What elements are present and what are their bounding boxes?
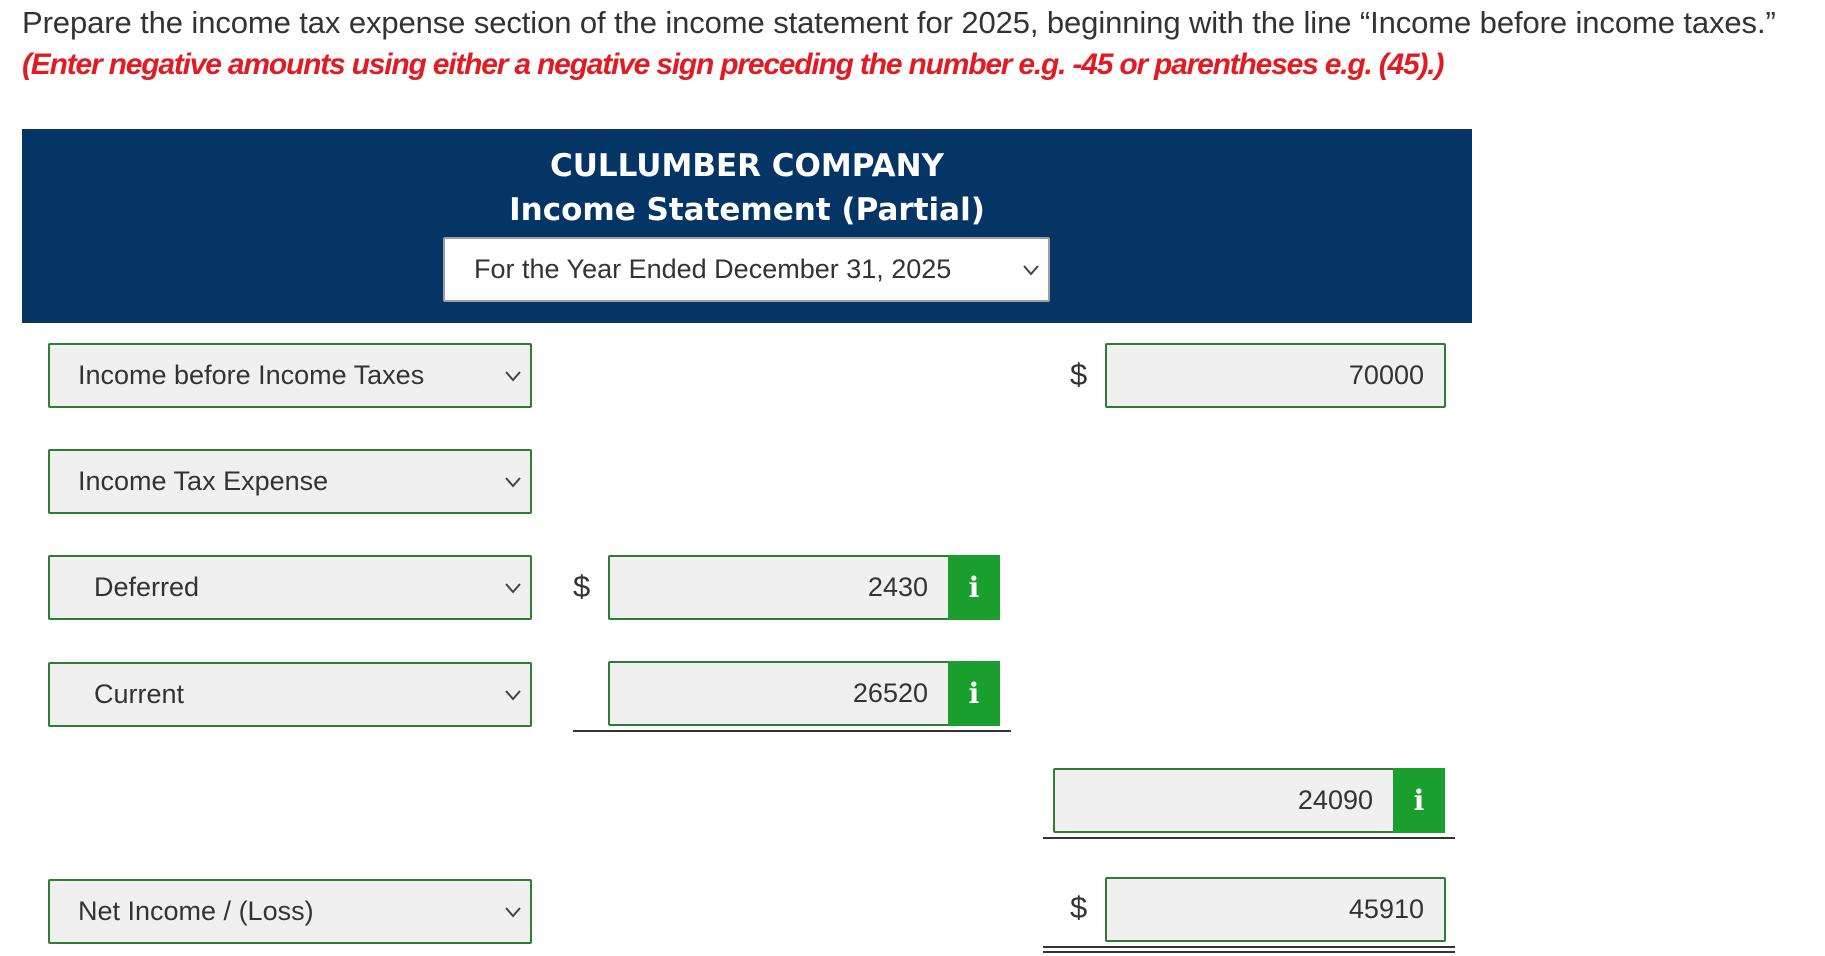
total-underline <box>1043 837 1455 839</box>
current-label: Current <box>94 679 185 709</box>
currency-symbol: $ <box>573 569 591 604</box>
income-tax-expense-label: Income Tax Expense <box>78 466 329 496</box>
period-dropdown-label: For the Year Ended December 31, 2025 <box>474 254 952 284</box>
total-tax-amount-input[interactable]: 24090 i <box>1053 768 1445 833</box>
deferred-amount-input[interactable]: 2430 i <box>608 555 1000 620</box>
net-income-amount: 45910 <box>1348 894 1424 924</box>
info-icon[interactable]: i <box>948 555 1000 620</box>
currency-symbol: $ <box>1070 890 1088 925</box>
currency-symbol: $ <box>1070 357 1088 392</box>
instruction-text: Prepare the income tax expense section o… <box>22 5 1776 40</box>
subtotal-underline <box>573 730 1011 732</box>
current-amount: 26520 <box>852 678 928 708</box>
chevron-down-icon <box>1023 264 1039 276</box>
income-before-taxes-input[interactable]: 70000 <box>1105 343 1446 408</box>
net-income-double-underline-bottom <box>1043 951 1455 953</box>
info-icon[interactable]: i <box>948 661 1000 726</box>
statement-title: Income Statement (Partial) <box>509 192 985 228</box>
net-income-double-underline-top <box>1043 946 1455 948</box>
current-dropdown[interactable]: Current <box>48 662 532 727</box>
company-name: CULLUMBER COMPANY <box>549 148 945 184</box>
income-tax-expense-dropdown[interactable]: Income Tax Expense <box>48 449 532 514</box>
instruction-note: (Enter negative amounts using either a n… <box>22 48 1444 81</box>
info-icon[interactable]: i <box>1393 768 1445 833</box>
chevron-down-icon <box>505 370 521 382</box>
net-income-input[interactable]: 45910 <box>1105 877 1446 942</box>
income-before-taxes-amount: 70000 <box>1348 360 1424 390</box>
deferred-amount: 2430 <box>867 572 928 602</box>
chevron-down-icon <box>505 906 521 918</box>
current-amount-input[interactable]: 26520 i <box>608 661 1000 726</box>
deferred-label: Deferred <box>94 572 200 602</box>
chevron-down-icon <box>505 476 521 488</box>
chevron-down-icon <box>505 689 521 701</box>
net-income-label: Net Income / (Loss) <box>78 896 314 926</box>
chevron-down-icon <box>505 582 521 594</box>
income-before-taxes-label: Income before Income Taxes <box>78 360 425 390</box>
period-dropdown[interactable]: For the Year Ended December 31, 2025 <box>443 237 1050 302</box>
total-tax-amount: 24090 <box>1297 785 1373 815</box>
income-before-taxes-dropdown[interactable]: Income before Income Taxes <box>48 343 532 408</box>
net-income-dropdown[interactable]: Net Income / (Loss) <box>48 879 532 944</box>
deferred-dropdown[interactable]: Deferred <box>48 555 532 620</box>
